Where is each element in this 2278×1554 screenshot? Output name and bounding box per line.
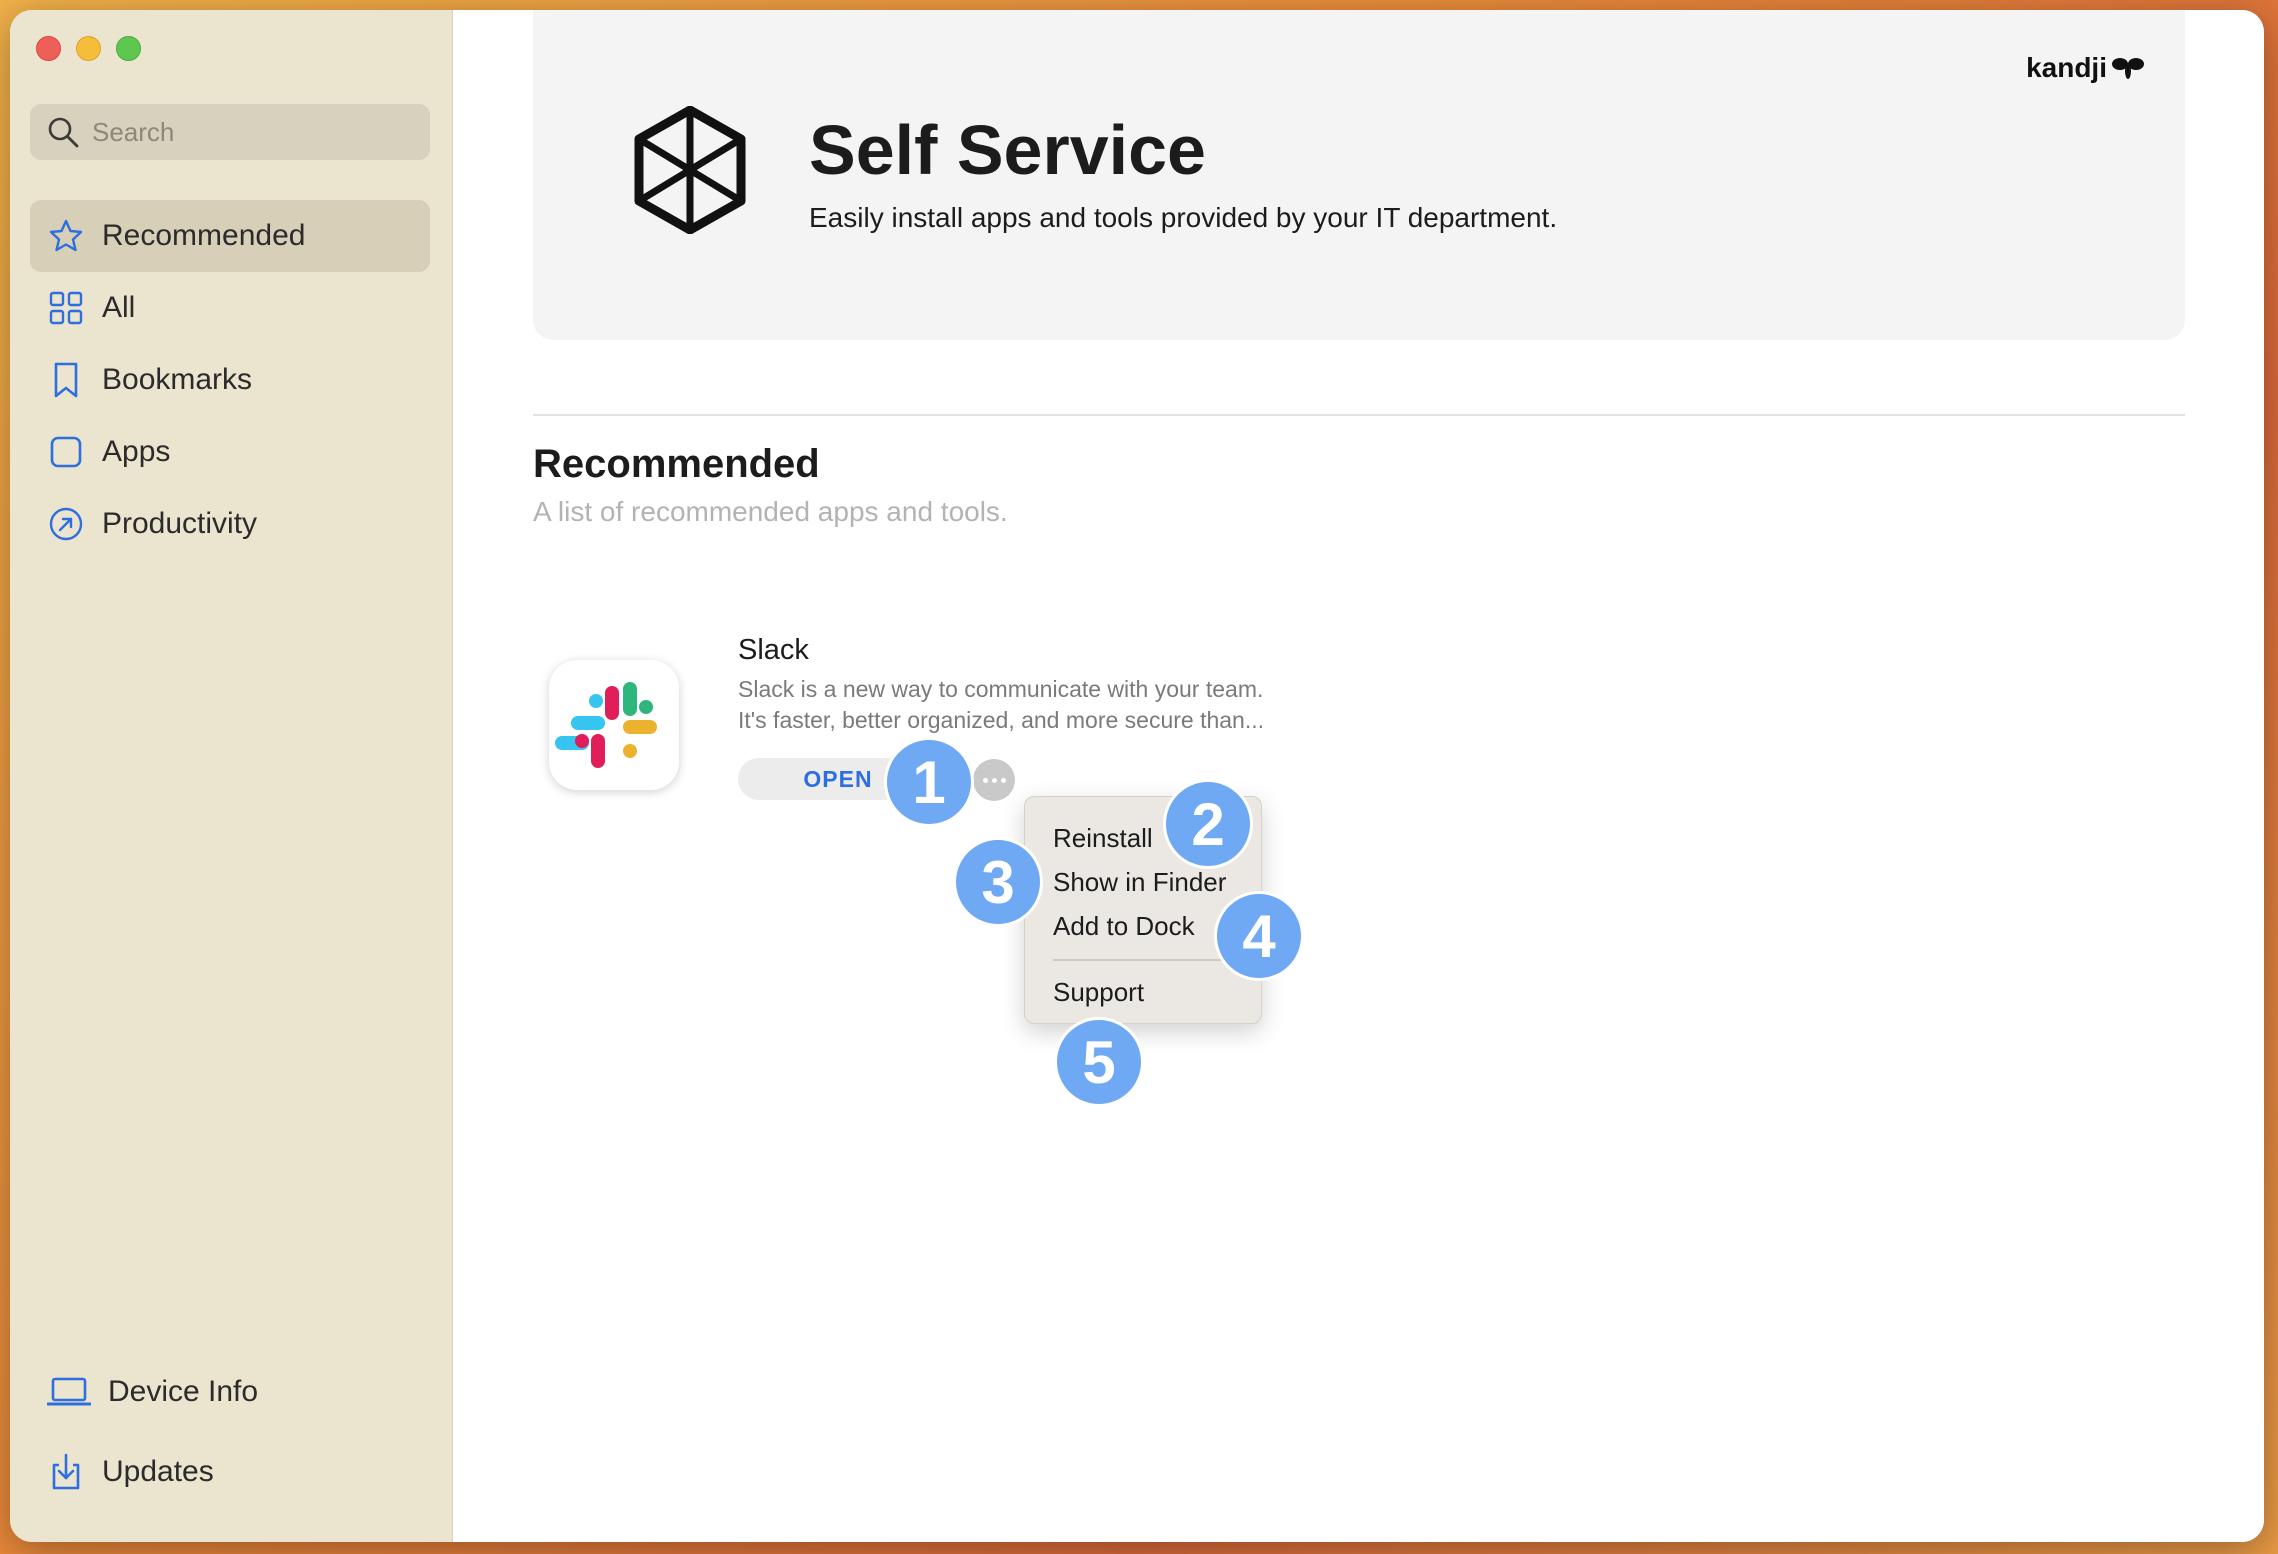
slack-logo-icon xyxy=(555,682,657,768)
section-subtitle: A list of recommended apps and tools. xyxy=(533,496,1008,527)
sidebar-item-label: All xyxy=(102,291,136,324)
sidebar-item-updates[interactable]: Updates xyxy=(30,1436,430,1508)
sidebar-item-device-info[interactable]: Device Info xyxy=(30,1356,430,1428)
bee-icon xyxy=(2112,58,2144,79)
section-divider xyxy=(533,414,2185,416)
menu-item-show-in-finder[interactable]: Show in Finder xyxy=(1053,867,1226,898)
sidebar-item-apps[interactable]: Apps xyxy=(30,416,430,488)
callout-badge-2: 2 xyxy=(1163,779,1253,869)
sidebar-item-label: Bookmarks xyxy=(102,363,253,396)
laptop-icon xyxy=(46,1376,92,1408)
close-window-button[interactable] xyxy=(36,36,61,61)
square-icon xyxy=(46,435,86,469)
arrow-circle-icon xyxy=(46,506,86,542)
app-name: Slack xyxy=(738,634,809,666)
callout-badge-5: 5 xyxy=(1054,1017,1144,1107)
ellipsis-icon xyxy=(982,777,988,783)
callout-badge-4: 4 xyxy=(1214,891,1304,981)
slack-app-icon[interactable] xyxy=(549,660,679,790)
page-subtitle: Easily install apps and tools provided b… xyxy=(809,202,1558,233)
page-title: Self Service xyxy=(809,111,1206,189)
search-field[interactable] xyxy=(30,104,430,160)
sidebar-item-recommended[interactable]: Recommended xyxy=(30,200,430,272)
sidebar-item-label: Recommended xyxy=(102,219,306,252)
menu-item-reinstall[interactable]: Reinstall xyxy=(1053,823,1153,854)
app-description-line: It's faster, better organized, and more … xyxy=(738,707,1265,733)
app-description: Slack is a new way to communicate with y… xyxy=(738,674,1358,736)
callout-badge-3: 3 xyxy=(953,837,1043,927)
more-options-button[interactable] xyxy=(973,759,1015,801)
search-icon xyxy=(48,117,79,148)
menu-item-support[interactable]: Support xyxy=(1053,977,1144,1008)
sidebar-item-label: Productivity xyxy=(102,507,258,540)
grid-icon xyxy=(46,291,86,325)
sidebar-item-productivity[interactable]: Productivity xyxy=(30,488,430,560)
menu-item-add-to-dock[interactable]: Add to Dock xyxy=(1053,911,1195,942)
search-input[interactable] xyxy=(90,115,414,149)
brand-logo: kandji xyxy=(2026,52,2145,84)
sidebar-item-bookmarks[interactable]: Bookmarks xyxy=(30,344,430,416)
sidebar-item-label: Apps xyxy=(102,435,171,468)
sidebar: Recommended All Bookmarks A xyxy=(10,10,453,1542)
brand-name: kandji xyxy=(2026,52,2107,83)
app-window: Recommended All Bookmarks A xyxy=(10,10,2264,1542)
sidebar-item-label: Updates xyxy=(102,1455,214,1488)
ellipsis-icon xyxy=(1000,777,1006,783)
callout-badge-1: 1 xyxy=(884,737,974,827)
hero-banner: Self Service Easily install apps and too… xyxy=(533,10,2185,340)
section-title: Recommended xyxy=(533,442,820,486)
bookmark-icon xyxy=(46,361,86,399)
self-service-logo-icon xyxy=(634,106,746,234)
menu-separator xyxy=(1053,959,1233,961)
ellipsis-icon xyxy=(991,777,997,783)
star-icon xyxy=(46,218,86,254)
sidebar-item-all[interactable]: All xyxy=(30,272,430,344)
zoom-window-button[interactable] xyxy=(116,36,141,61)
app-description-line: Slack is a new way to communicate with y… xyxy=(738,676,1264,702)
main-content: Self Service Easily install apps and too… xyxy=(453,10,2264,1542)
download-icon xyxy=(46,1453,86,1491)
sidebar-item-label: Device Info xyxy=(108,1375,259,1408)
minimize-window-button[interactable] xyxy=(76,36,101,61)
